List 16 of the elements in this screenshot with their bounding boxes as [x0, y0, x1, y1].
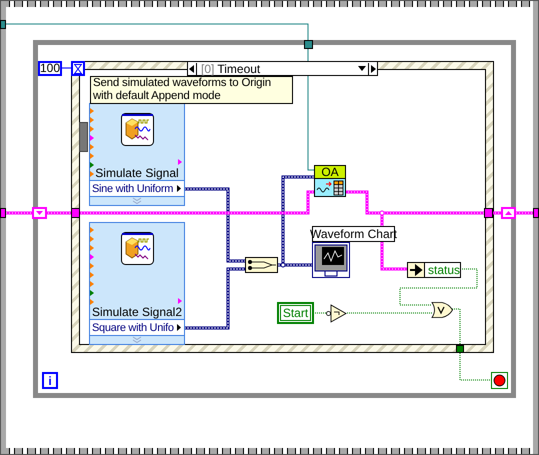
- case-selector[interactable]: [0] Timeout: [187, 61, 378, 76]
- comment-text: Send simulated waveforms to Origin with default Append mode: [90, 76, 293, 104]
- setting-field[interactable]: Square with Unifo: [90, 319, 184, 336]
- case-index: [0]: [201, 62, 214, 76]
- express-vi-node[interactable]: Simulate Signal2 Square with Unifo: [89, 222, 185, 345]
- node-title: Simulate Signal2: [90, 306, 184, 319]
- iteration-terminal: i: [42, 372, 58, 389]
- node-title: Simulate Signal: [94, 167, 180, 180]
- case-label: Timeout: [217, 62, 262, 76]
- start-control[interactable]: Start: [277, 302, 314, 324]
- express-vi-node[interactable]: Simulate Signal Sine with Uniform: [89, 103, 185, 206]
- status-indicator[interactable]: status: [407, 262, 461, 278]
- setting-field[interactable]: Sine with Uniform: [90, 180, 184, 197]
- node-title: OA: [315, 166, 345, 179]
- timeout-constant[interactable]: 100: [38, 61, 62, 76]
- origin-node[interactable]: OA: [314, 165, 346, 197]
